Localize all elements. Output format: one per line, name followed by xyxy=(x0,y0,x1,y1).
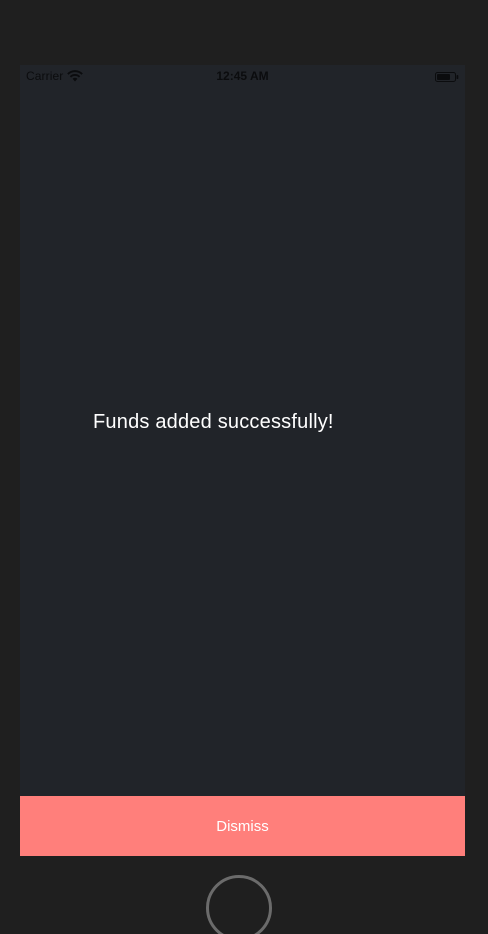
app-screen: Carrier 12:45 AM Funds added successfull… xyxy=(20,65,465,856)
dismiss-button[interactable]: Dismiss xyxy=(20,796,465,856)
success-message: Funds added successfully! xyxy=(93,411,334,433)
status-time: 12:45 AM xyxy=(216,69,269,83)
home-button[interactable] xyxy=(206,875,272,934)
status-bar: Carrier 12:45 AM xyxy=(20,65,465,87)
device-frame: Carrier 12:45 AM Funds added successfull… xyxy=(0,0,488,934)
battery-icon xyxy=(435,71,459,82)
